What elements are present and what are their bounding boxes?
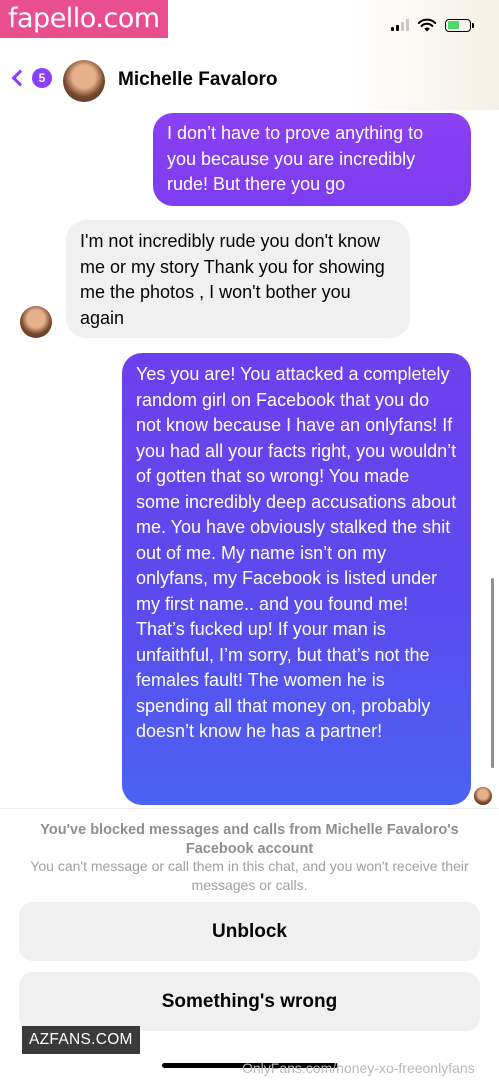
watermark-bottom-left: AZFANS.COM	[22, 1026, 140, 1054]
blocked-notice-subtitle: You can't message or call them in this c…	[30, 858, 469, 893]
outgoing-message-bubble[interactable]: Yes you are! You attacked a completely r…	[122, 353, 471, 805]
watermark-bottom-right: OnlyFans.com/honey-xo-freeonlyfans	[242, 1060, 475, 1076]
battery-charging-icon	[445, 18, 474, 32]
cellular-signal-icon	[391, 19, 409, 31]
chevron-left-icon	[11, 69, 29, 87]
status-bar-icons	[391, 18, 474, 32]
incoming-message-bubble[interactable]: I'm not incredibly rude you don't know m…	[66, 220, 410, 338]
scrollbar[interactable]	[491, 578, 494, 768]
contact-name[interactable]: Michelle Favaloro	[118, 69, 277, 91]
top-right-fade	[349, 0, 499, 110]
contact-avatar[interactable]	[63, 60, 105, 102]
unblock-button[interactable]: Unblock	[19, 902, 480, 961]
wifi-icon	[417, 18, 437, 32]
blocked-notice-title: You've blocked messages and calls from M…	[40, 822, 459, 857]
seen-indicator-avatar	[474, 787, 492, 805]
something-wrong-button[interactable]: Something's wrong	[19, 972, 480, 1031]
watermark-top: fapello.com	[0, 0, 168, 38]
unread-count-badge: 5	[32, 68, 52, 88]
sender-avatar[interactable]	[20, 306, 52, 338]
outgoing-message-bubble[interactable]: I don’t have to prove anything to you be…	[153, 113, 471, 206]
back-button[interactable]: 5	[11, 68, 52, 88]
